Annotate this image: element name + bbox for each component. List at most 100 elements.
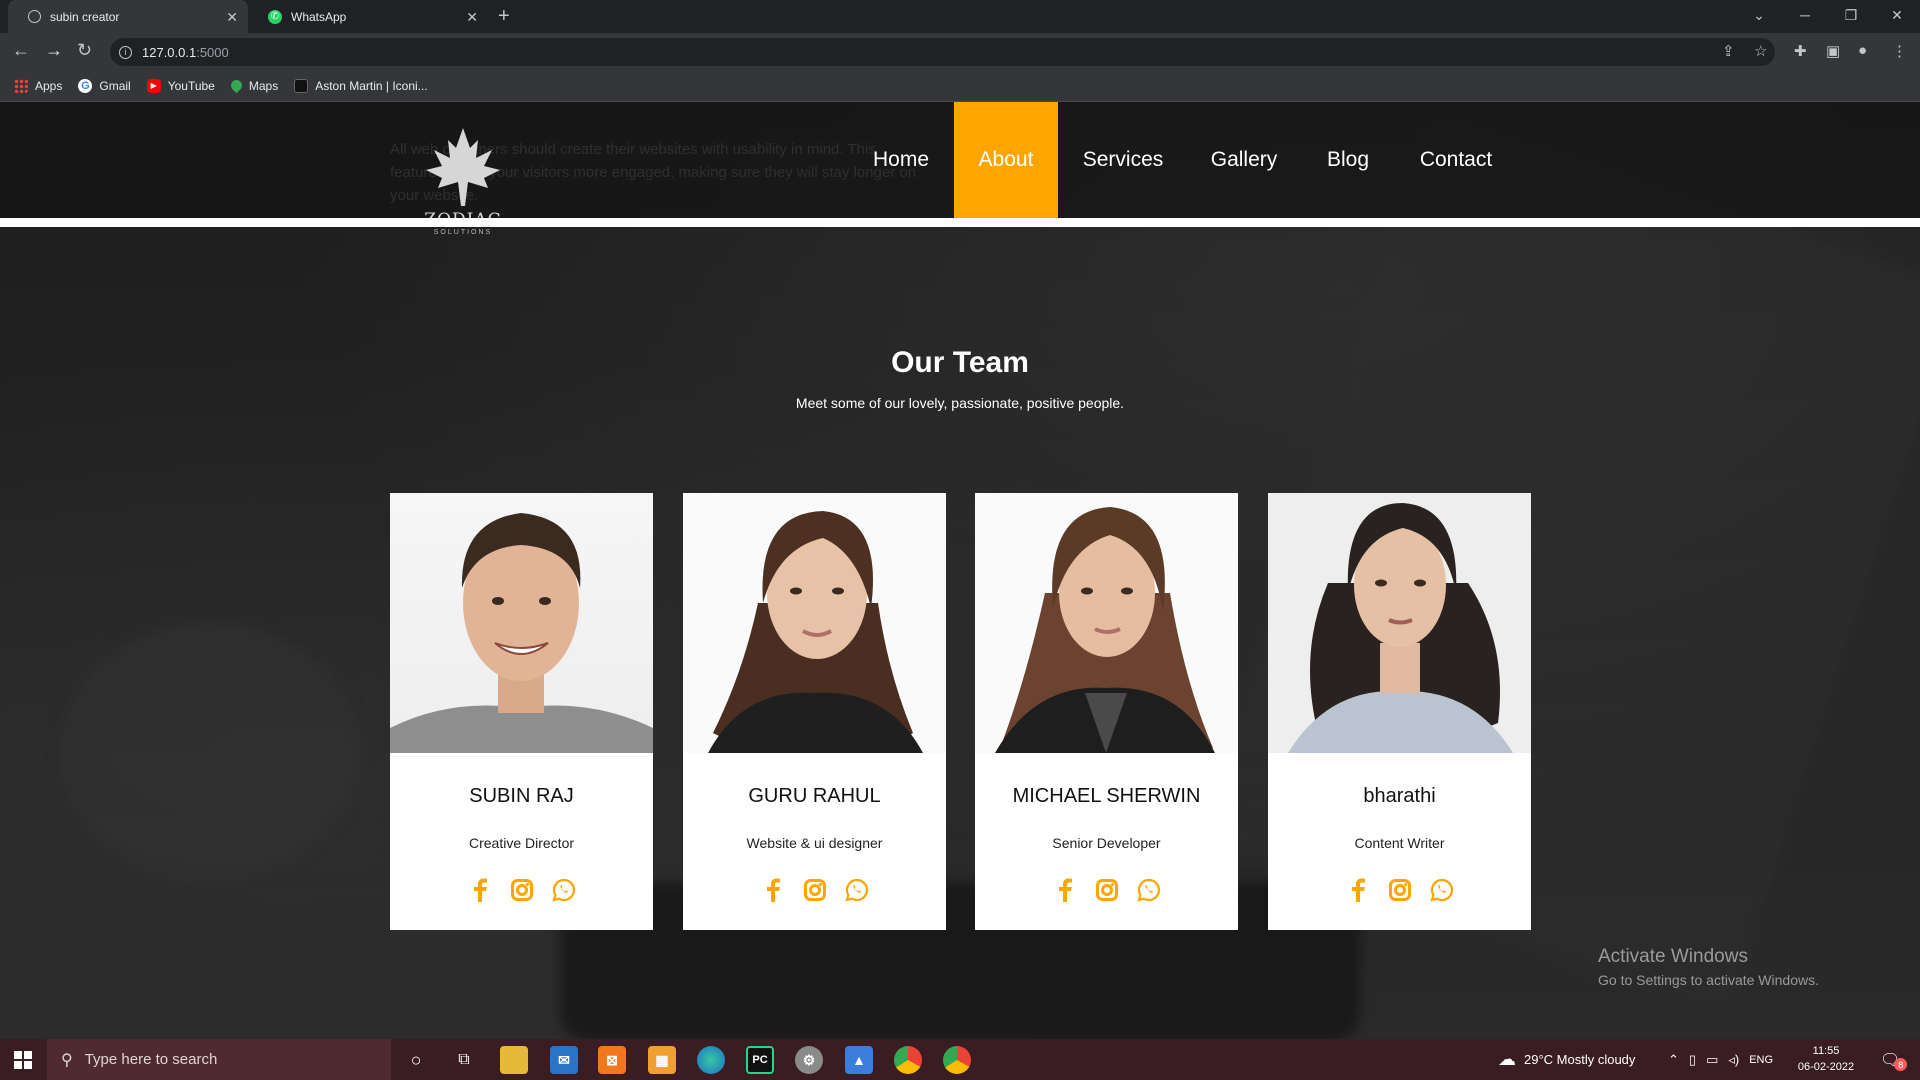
app-icon[interactable]: ⚙ [795, 1046, 823, 1074]
person-photo-icon [708, 511, 923, 753]
bookmark-aston-martin[interactable]: Aston Martin | Iconi... [294, 78, 428, 93]
member-socials [975, 877, 1238, 903]
member-photo [975, 493, 1238, 753]
extensions-icon[interactable]: ✚ [1794, 42, 1807, 60]
tab-title: WhatsApp [291, 9, 347, 24]
start-button[interactable] [0, 1039, 46, 1080]
logo-tagline: SOLUTIONS [433, 229, 493, 236]
xampp-icon[interactable]: ⊠ [598, 1046, 626, 1074]
instagram-icon[interactable] [1387, 877, 1413, 903]
activation-title: Activate Windows [1598, 946, 1748, 967]
nav-about[interactable]: About [954, 102, 1058, 218]
facebook-icon[interactable] [1052, 877, 1078, 903]
instagram-icon[interactable] [509, 877, 535, 903]
bookmark-label: Maps [248, 78, 279, 93]
minimize-icon[interactable]: ─ [1782, 0, 1828, 33]
language-indicator[interactable]: ENG [1749, 1054, 1773, 1066]
windows-logo-icon [14, 1050, 32, 1069]
task-view-icon[interactable]: ⧉ [450, 1046, 478, 1074]
bookmark-star-icon[interactable]: ☆ [1754, 42, 1767, 60]
new-tab-icon[interactable]: + [498, 5, 510, 28]
nav-services[interactable]: Services [1072, 102, 1174, 218]
member-photo [683, 493, 946, 753]
person-photo-icon [1288, 503, 1513, 753]
close-tab-icon[interactable]: ✕ [466, 9, 478, 26]
nav-gallery[interactable]: Gallery [1200, 102, 1288, 218]
chevron-up-icon[interactable]: ⌃ [1668, 1052, 1679, 1068]
pycharm-icon[interactable]: PC [746, 1046, 774, 1074]
member-role: Senior Developer [1052, 835, 1161, 851]
whatsapp-icon[interactable] [551, 877, 577, 903]
tab-subin-creator[interactable]: subin creator ✕ [8, 0, 248, 33]
taskbar-search-box[interactable]: ⚲ Type here to search [47, 1039, 391, 1080]
tab-title: subin creator [50, 9, 120, 24]
apps-grid-icon [14, 78, 28, 93]
edge-icon[interactable] [697, 1046, 725, 1074]
chrome-icon[interactable] [894, 1046, 922, 1074]
profile-icon[interactable]: ● [1858, 42, 1867, 59]
notification-center[interactable]: 🗨 8 [1880, 1039, 1910, 1080]
instagram-icon[interactable] [802, 877, 828, 903]
whatsapp-favicon-icon: ✆ [268, 9, 282, 24]
cortana-icon[interactable]: ○ [402, 1046, 430, 1074]
facebook-icon[interactable] [1345, 877, 1371, 903]
restore-icon[interactable]: ❐ [1828, 0, 1874, 33]
mail-icon[interactable]: ✉ [550, 1046, 578, 1074]
close-window-icon[interactable]: ✕ [1874, 0, 1920, 33]
tab-search-icon[interactable]: ⌄ [1736, 0, 1782, 33]
bookmark-maps[interactable]: Maps [228, 77, 279, 94]
member-name: SUBIN RAJ [469, 785, 574, 807]
address-bar[interactable]: i 127.0.0.1:5000 [110, 38, 1775, 66]
clock-date: 06-02-2022 [1797, 1061, 1855, 1073]
chrome-profile-icon[interactable] [943, 1046, 971, 1074]
whatsapp-icon[interactable] [1429, 877, 1455, 903]
team-card: MICHAEL SHERWIN Senior Developer [975, 493, 1238, 930]
menu-icon[interactable]: ⋮ [1892, 42, 1907, 60]
bookmark-label: Gmail [99, 78, 131, 93]
member-photo [1268, 493, 1531, 753]
whatsapp-icon[interactable] [844, 877, 870, 903]
bookmark-gmail[interactable]: G Gmail [78, 78, 131, 93]
activation-subtitle: Go to Settings to activate Windows. [1598, 972, 1819, 988]
window-controls: ⌄ ─ ❐ ✕ [1736, 0, 1920, 33]
weather-widget[interactable]: ☁ 29°C Mostly cloudy [1498, 1039, 1635, 1080]
taskbar-clock[interactable]: 11:55 06-02-2022 [1790, 1043, 1862, 1075]
windows-activation-watermark: Activate Windows Go to Settings to activ… [1598, 946, 1819, 988]
tab-whatsapp[interactable]: ✆ WhatsApp ✕ [248, 0, 488, 33]
volume-icon[interactable]: ◃) [1728, 1052, 1739, 1068]
reload-icon[interactable]: ↻ [77, 40, 92, 61]
member-name: MICHAEL SHERWIN [1012, 785, 1201, 807]
facebook-icon[interactable] [760, 877, 786, 903]
close-tab-icon[interactable]: ✕ [226, 9, 238, 26]
nav-blog[interactable]: Blog [1318, 102, 1378, 218]
nav-home[interactable]: Home [860, 102, 942, 218]
nav-contact[interactable]: Contact [1410, 102, 1502, 218]
bookmark-youtube[interactable]: ▶ YouTube [146, 78, 215, 93]
file-explorer-icon[interactable] [500, 1046, 528, 1074]
maps-pin-icon [228, 77, 245, 94]
network-icon[interactable]: ▭ [1706, 1052, 1718, 1068]
cloud-icon: ☁ [1498, 1049, 1516, 1069]
header-divider [0, 218, 1920, 227]
share-icon[interactable]: ⇪ [1722, 42, 1735, 60]
forward-icon[interactable]: → [45, 40, 63, 61]
photos-icon[interactable]: ▲ [845, 1046, 873, 1074]
side-panel-icon[interactable]: ▣ [1826, 42, 1840, 60]
member-socials [683, 877, 946, 903]
team-card: GURU RAHUL Website & ui designer [683, 493, 946, 930]
battery-icon[interactable]: ▯ [1689, 1052, 1696, 1068]
facebook-icon[interactable] [467, 877, 493, 903]
globe-icon [28, 10, 41, 23]
bookmark-label: Apps [35, 78, 63, 93]
store-icon[interactable]: ▦ [648, 1046, 676, 1074]
back-icon[interactable]: ← [12, 40, 30, 61]
member-photo [390, 493, 653, 753]
member-name: bharathi [1363, 785, 1436, 807]
bookmark-apps[interactable]: Apps [14, 78, 63, 93]
bookmark-label: YouTube [167, 78, 215, 93]
site-info-icon[interactable]: i [119, 45, 132, 59]
instagram-icon[interactable] [1094, 877, 1120, 903]
search-icon: ⚲ [61, 1051, 73, 1069]
bookmark-label: Aston Martin | Iconi... [315, 78, 428, 93]
whatsapp-icon[interactable] [1136, 877, 1162, 903]
